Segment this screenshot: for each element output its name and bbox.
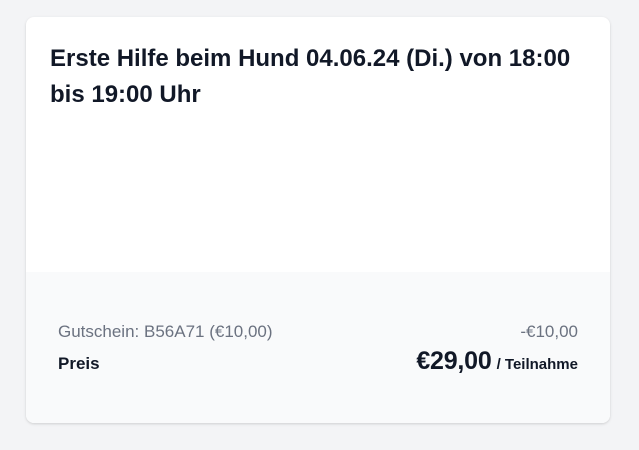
price-unit: / Teilnahme [496,356,578,373]
course-title: Erste Hilfe beim Hund 04.06.24 (Di.) von… [50,45,571,108]
price-summary: Gutschein: B56A71 (€10,00) -€10,00 Preis… [26,272,610,423]
price-row: Preis €29,00 / Teilnahme [58,347,578,376]
course-card: Erste Hilfe beim Hund 04.06.24 (Di.) von… [26,17,610,423]
voucher-row: Gutschein: B56A71 (€10,00) -€10,00 [58,321,578,343]
price-display: €29,00 / Teilnahme [416,347,578,376]
price-value: €29,00 [416,347,492,375]
voucher-discount: -€10,00 [520,322,578,341]
card-header: Erste Hilfe beim Hund 04.06.24 (Di.) von… [26,17,610,272]
voucher-label: Gutschein: B56A71 (€10,00) [58,322,273,341]
price-label: Preis [58,354,100,373]
